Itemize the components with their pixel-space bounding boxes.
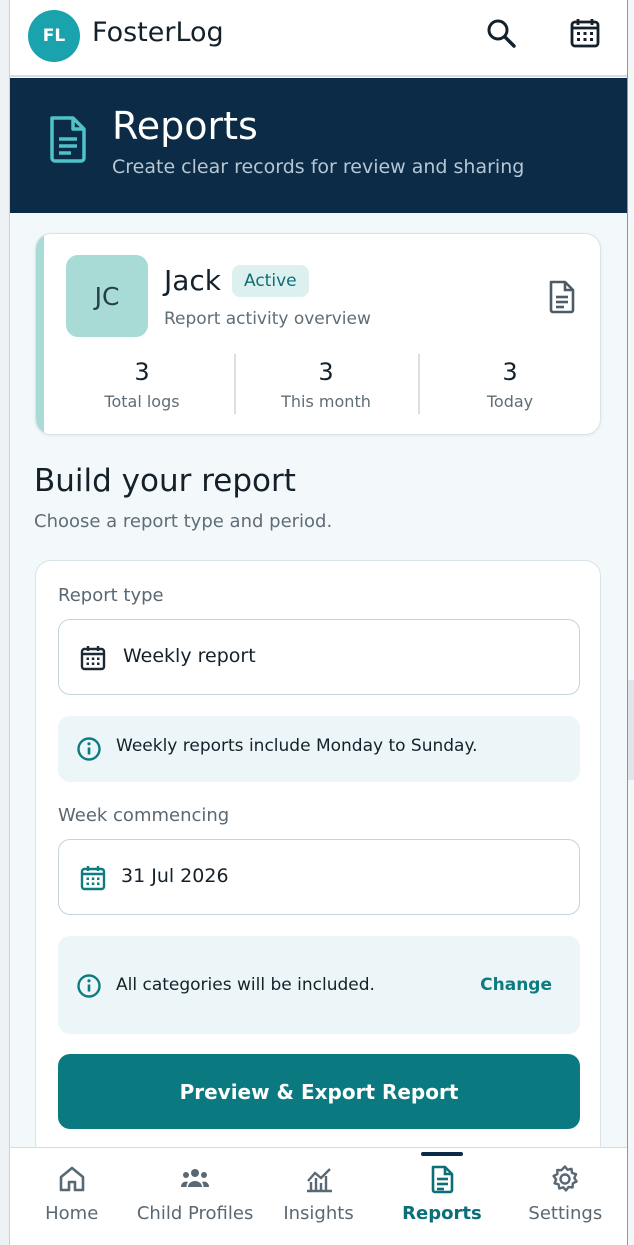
document-icon xyxy=(46,114,90,164)
stat-value: 3 xyxy=(134,358,150,386)
nav-label: Home xyxy=(45,1203,99,1224)
background-window-left xyxy=(0,0,10,1245)
stats-row: 3 Total logs 3 This month 3 Today xyxy=(50,354,600,414)
child-name: Jack xyxy=(164,264,222,297)
change-categories-link[interactable]: Change xyxy=(480,975,552,995)
stat-value: 3 xyxy=(502,358,518,386)
app-window: FL FosterLog Reports Create clear record… xyxy=(10,0,627,1245)
stat-label: Total logs xyxy=(104,392,180,411)
calendar-icon xyxy=(79,864,107,892)
section-title: Build your report xyxy=(34,463,296,499)
nav-item-insights[interactable]: Insights xyxy=(257,1148,380,1245)
nav-label: Insights xyxy=(283,1203,354,1224)
search-icon[interactable] xyxy=(484,16,518,50)
info-text: Weekly reports include Monday to Sunday. xyxy=(116,736,478,756)
status-badge: Active xyxy=(232,265,309,297)
document-icon xyxy=(427,1164,457,1194)
nav-label: Reports xyxy=(402,1203,482,1224)
nav-item-home[interactable]: Home xyxy=(10,1148,133,1245)
page-title: Reports xyxy=(112,104,258,148)
report-document-icon[interactable] xyxy=(548,280,576,314)
card-subtitle: Report activity overview xyxy=(164,309,371,329)
background-window-right xyxy=(627,0,634,1245)
stat-this-month: 3 This month xyxy=(234,354,418,414)
calendar-icon xyxy=(79,644,107,672)
active-indicator xyxy=(420,1152,463,1156)
nav-item-reports[interactable]: Reports xyxy=(380,1148,503,1245)
chart-icon xyxy=(304,1164,334,1194)
week-label: Week commencing xyxy=(58,805,230,826)
stat-today: 3 Today xyxy=(418,354,600,414)
stat-label: This month xyxy=(281,392,371,411)
preview-export-button[interactable]: Preview & Export Report xyxy=(58,1054,580,1129)
stat-total-logs: 3 Total logs xyxy=(50,354,234,414)
report-type-select[interactable]: Weekly report xyxy=(58,619,580,695)
report-form: Report type Weekly report Weekly reports… xyxy=(35,560,601,1160)
home-icon xyxy=(57,1164,87,1194)
section-subtitle: Choose a report type and period. xyxy=(34,511,333,532)
bottom-nav: Home Child Profiles Insights Reports Set… xyxy=(10,1147,627,1245)
stat-label: Today xyxy=(486,392,534,411)
app-logo[interactable]: FL xyxy=(28,10,80,62)
page-header: Reports Create clear records for review … xyxy=(10,78,627,213)
nav-label: Settings xyxy=(528,1203,603,1224)
people-icon xyxy=(180,1164,210,1194)
nav-item-child-profiles[interactable]: Child Profiles xyxy=(133,1148,256,1245)
categories-info: All categories will be included. Change xyxy=(58,936,580,1034)
avatar: JC xyxy=(66,255,148,337)
top-bar: FL FosterLog xyxy=(10,0,627,77)
child-summary-card[interactable]: JC Jack Active Report activity overview … xyxy=(35,233,601,435)
page-subtitle: Create clear records for review and shar… xyxy=(112,156,525,178)
gear-icon xyxy=(550,1164,580,1194)
stat-value: 3 xyxy=(318,358,334,386)
report-type-label: Report type xyxy=(58,585,164,606)
app-name: FosterLog xyxy=(92,17,224,48)
nav-label: Child Profiles xyxy=(136,1203,254,1224)
week-date-value: 31 Jul 2026 xyxy=(121,865,229,887)
info-text: All categories will be included. xyxy=(116,975,375,995)
calendar-icon[interactable] xyxy=(568,16,602,50)
report-type-value: Weekly report xyxy=(123,645,256,667)
info-icon xyxy=(76,973,102,999)
nav-item-settings[interactable]: Settings xyxy=(504,1148,627,1245)
info-icon xyxy=(76,736,102,762)
report-type-info: Weekly reports include Monday to Sunday. xyxy=(58,716,580,782)
week-date-field[interactable]: 31 Jul 2026 xyxy=(58,839,580,915)
card-accent xyxy=(36,234,44,434)
